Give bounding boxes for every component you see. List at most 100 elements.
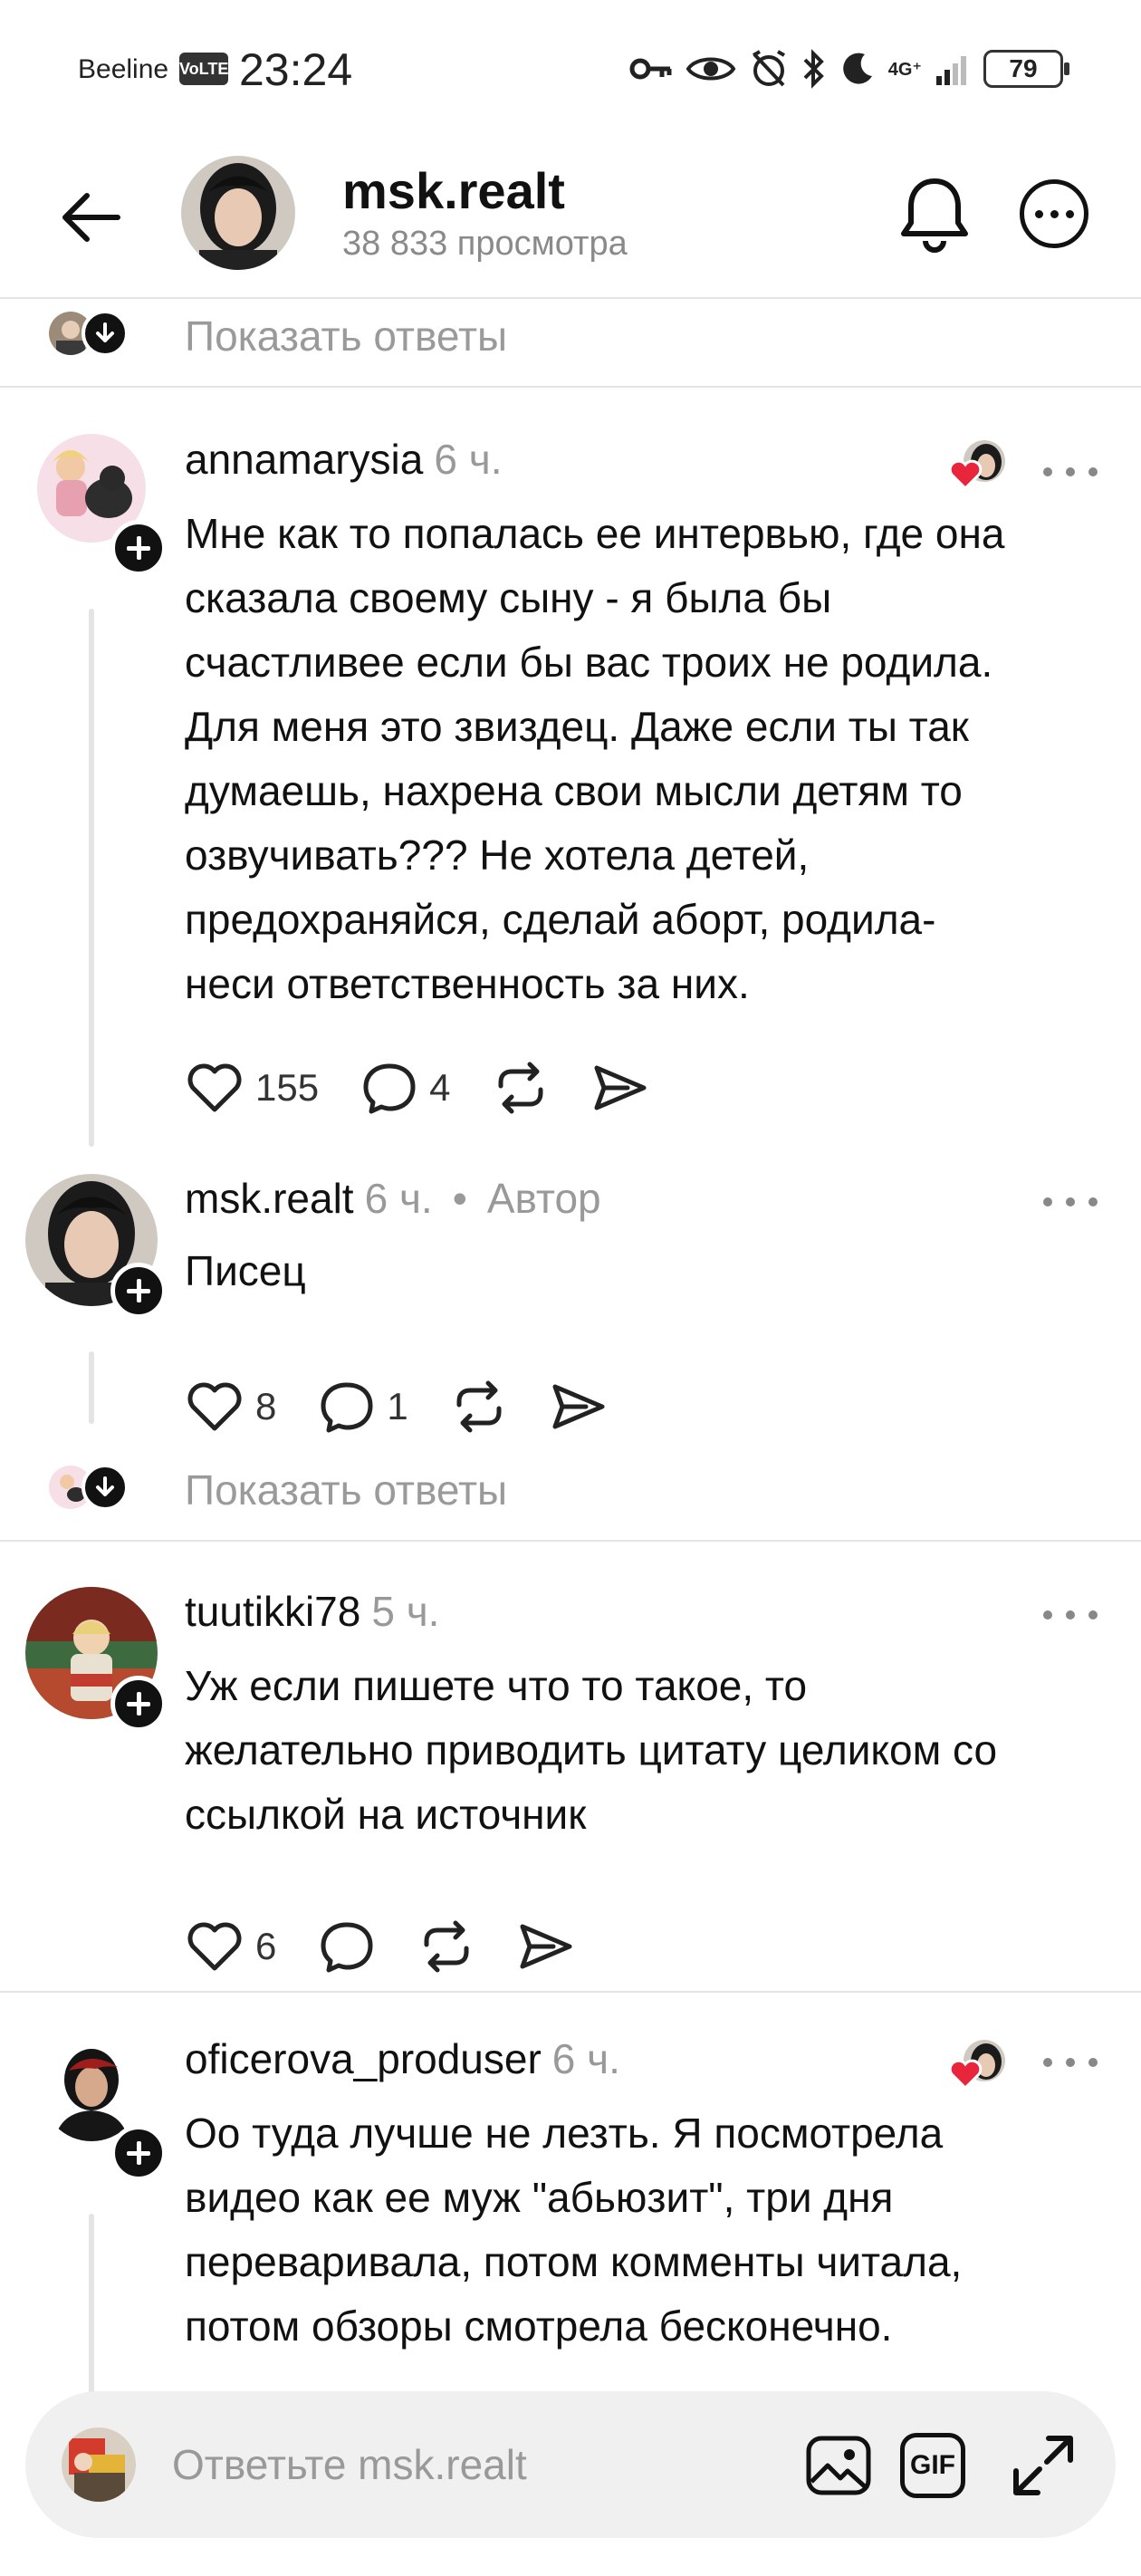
comment-menu-button[interactable] [1043, 1188, 1098, 1216]
comment-line: потом обзоры смотрела бесконечно. [185, 2302, 893, 2350]
comment-menu-button[interactable] [1043, 458, 1098, 485]
comment-actions: 155 4 [185, 1056, 649, 1120]
follow-plus-button[interactable] [110, 520, 167, 576]
expand-button[interactable] [1007, 2429, 1079, 2502]
like-button[interactable]: 6 [185, 1919, 276, 1974]
comment-username[interactable]: oficerova_produser [185, 2035, 542, 2082]
bluetooth-icon [803, 49, 824, 89]
thread-line [89, 1351, 94, 1424]
arrow-left-icon [62, 193, 120, 242]
like-button[interactable]: 155 [185, 1061, 319, 1115]
like-button[interactable]: 8 [185, 1379, 276, 1434]
comment-text: Мне как то попалась ее интервью, где она… [185, 502, 1099, 1016]
heart-filled-icon [948, 2059, 983, 2091]
comment-line: Оо туда лучше не лезть. Я посмотрела [185, 2110, 944, 2157]
comment-line: неси ответственность за них. [185, 960, 750, 1007]
comment-actions: 6 [185, 1915, 575, 1978]
comment-header: tuutikki78 5 ч. [185, 1587, 439, 1636]
comment-time: 6 ч. [434, 436, 503, 483]
status-bar: Beeline VoLTE 23:24 4G⁺ 79 [0, 0, 1141, 136]
my-avatar [62, 2427, 136, 2502]
attach-image-button[interactable] [802, 2429, 875, 2502]
comment-time: 6 ч. [551, 2035, 620, 2082]
eye-icon [686, 57, 736, 81]
header-title: msk.realt [342, 162, 565, 219]
like-count: 6 [255, 1925, 277, 1967]
author-liked-indicator [948, 438, 1007, 491]
send-icon [594, 1065, 647, 1110]
show-replies-label: Показать ответы [185, 312, 508, 360]
notifications-button[interactable] [896, 174, 973, 254]
share-button[interactable] [517, 1919, 575, 1974]
image-icon [806, 2436, 871, 2495]
arrow-down-icon [82, 310, 129, 357]
comment-bubble-icon [321, 1922, 373, 1973]
comment-line: думаешь, нахрена свои мысли детям то [185, 767, 963, 814]
show-replies-row[interactable]: Показать ответы [0, 1444, 1141, 1534]
more-dot [1034, 209, 1043, 218]
follow-plus-button[interactable] [110, 1263, 167, 1319]
divider [0, 386, 1141, 388]
comment-time: 6 ч. [364, 1175, 433, 1222]
follow-plus-button[interactable] [110, 1676, 167, 1732]
comment-menu-button[interactable] [1043, 2049, 1098, 2076]
view-count: 38 833 просмотра [342, 225, 628, 263]
comment-line: Мне как то попалась ее интервью, где она [185, 510, 1005, 557]
thread-header: msk.realt 38 833 просмотра [0, 136, 1141, 299]
repost-button[interactable] [417, 1919, 475, 1974]
comment: msk.realt 6 ч. • Автор Писец 8 1 [0, 1174, 1141, 1446]
comment-username[interactable]: msk.realt [185, 1175, 354, 1222]
status-icons: 4G⁺ 79 [629, 49, 1069, 89]
author-badge: Автор [486, 1175, 601, 1222]
thread-line [89, 609, 94, 1147]
repost-button[interactable] [450, 1379, 508, 1434]
comment: annamarysia 6 ч. Мне как то попалась ее и… [0, 422, 1141, 1147]
comment-menu-button[interactable] [1043, 1601, 1098, 1629]
more-options-button[interactable] [1020, 179, 1088, 248]
reply-input[interactable] [172, 2433, 715, 2496]
like-count: 155 [255, 1066, 320, 1109]
reply-button[interactable] [318, 1919, 376, 1974]
send-icon [520, 1924, 572, 1969]
follow-plus-button[interactable] [110, 2125, 167, 2181]
show-replies-label: Показать ответы [185, 1466, 508, 1514]
reply-button[interactable]: 1 [318, 1379, 408, 1434]
separator-dot: • [452, 1175, 467, 1222]
comment-avatar[interactable] [42, 2042, 141, 2141]
comment-line: счастливее если бы вас троих не родила. [185, 639, 993, 686]
like-count: 8 [255, 1385, 277, 1427]
arrow-down-icon [82, 1464, 129, 1511]
signal-icon [936, 56, 966, 85]
heart-icon [187, 1063, 242, 1112]
network-label: 4G⁺ [887, 59, 922, 80]
more-dot [1050, 209, 1059, 218]
comment-line: Для меня это звиздец. Даже если ты так [185, 703, 969, 750]
comment-username[interactable]: tuutikki78 [185, 1588, 360, 1635]
comment: oficerova_produser 6 ч. Оо туда лучше не … [0, 2034, 1141, 2397]
comment-time: 5 ч. [371, 1588, 440, 1635]
share-button[interactable] [591, 1061, 649, 1115]
comment-line: предохраняйся, сделай аборт, родила- [185, 896, 936, 943]
send-icon [552, 1384, 605, 1429]
divider [0, 1991, 1141, 1993]
comment-header: oficerova_produser 6 ч. [185, 2034, 620, 2083]
share-button[interactable] [550, 1379, 608, 1434]
comment-username[interactable]: annamarysia [185, 436, 423, 483]
comment-line: сказала своему сыну - я была бы [185, 574, 832, 621]
comment-header: annamarysia 6 ч. [185, 435, 502, 484]
back-button[interactable] [54, 181, 127, 254]
header-avatar[interactable] [181, 156, 295, 270]
comment-line: озвучивать??? Не хотела детей, [185, 831, 810, 879]
repost-icon [498, 1062, 543, 1114]
heart-filled-icon [948, 459, 983, 491]
show-replies-row[interactable]: Показать ответы [0, 290, 1141, 380]
repost-button[interactable] [492, 1061, 550, 1115]
comment-bubble-icon [321, 1382, 373, 1433]
comment-text: Оо туда лучше не лезть. Я посмотрела вид… [185, 2101, 1099, 2359]
reply-button[interactable]: 4 [360, 1061, 450, 1115]
key-icon [629, 58, 672, 80]
gif-button[interactable]: GIF [896, 2429, 969, 2502]
comment-header: msk.realt 6 ч. • Автор [185, 1174, 601, 1223]
comment-line: ссылкой на источник [185, 1791, 587, 1838]
repost-icon [456, 1380, 502, 1433]
